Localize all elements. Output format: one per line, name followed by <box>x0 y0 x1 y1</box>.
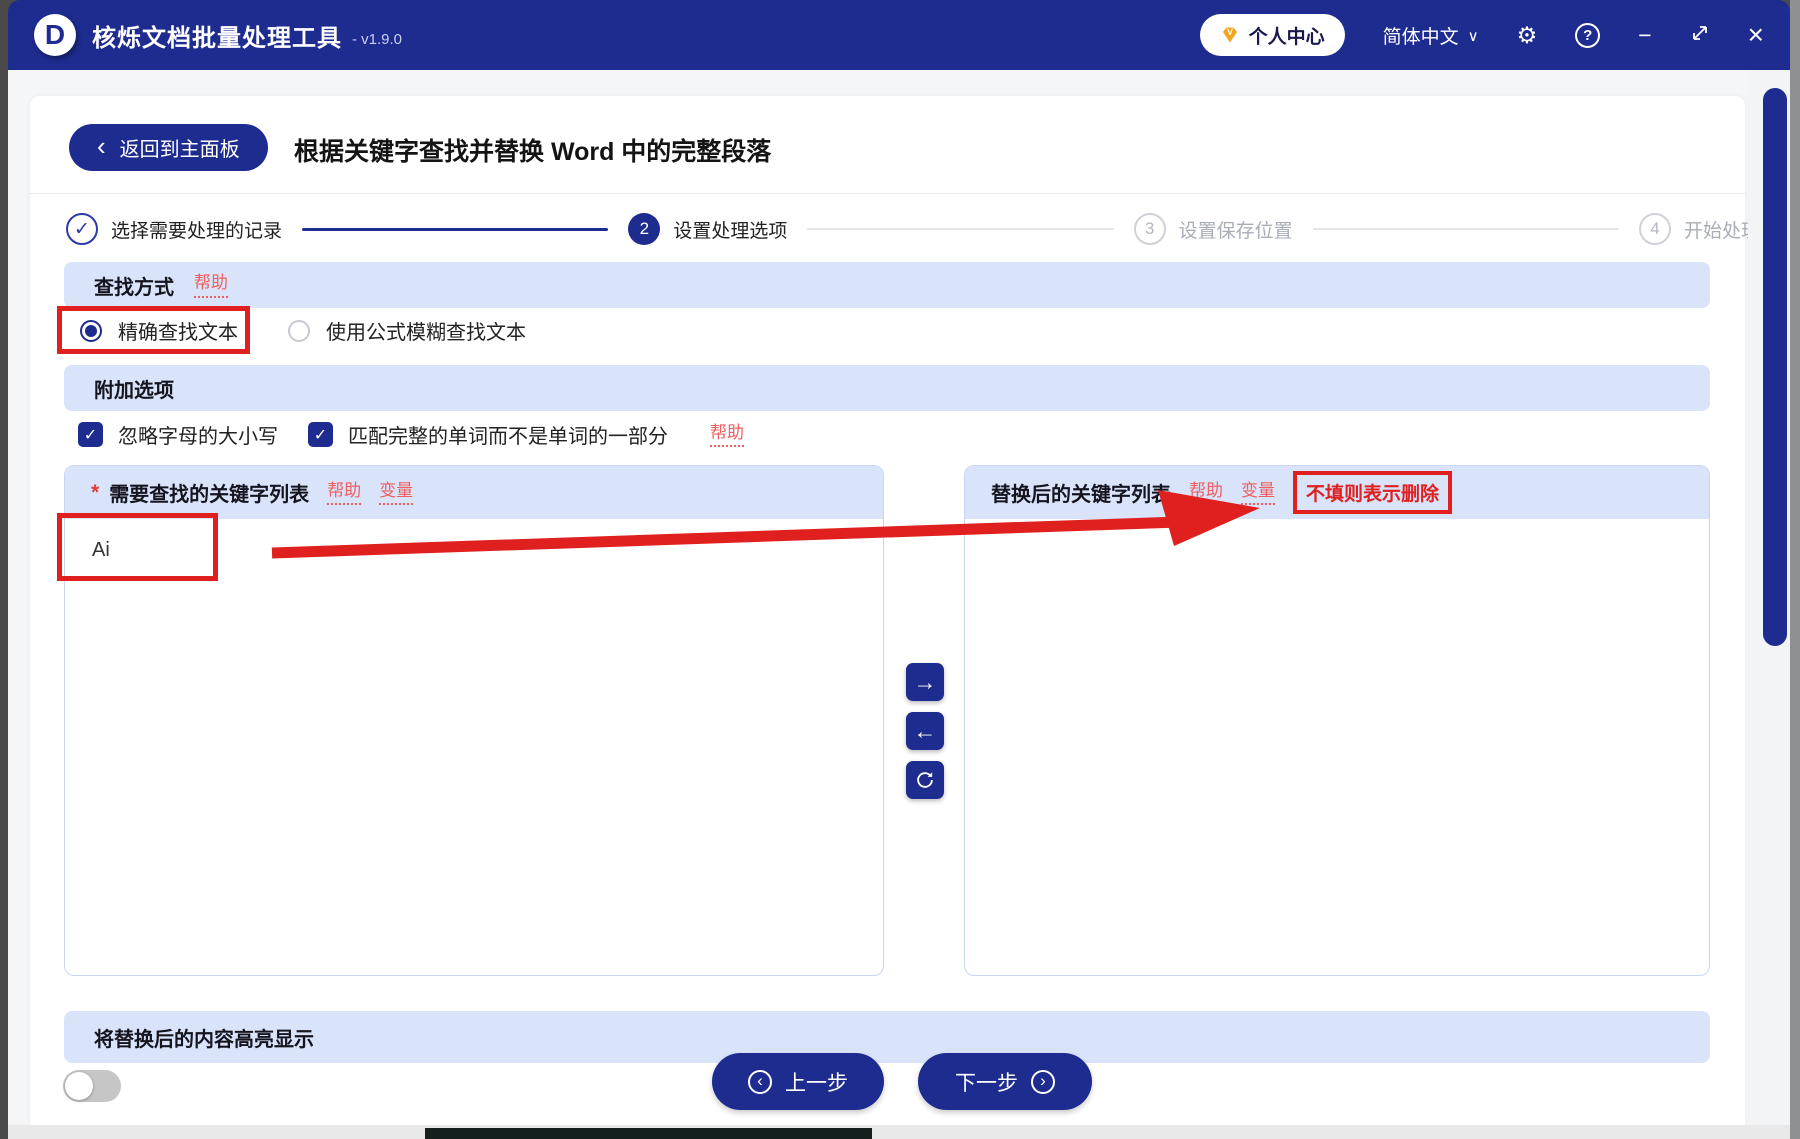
step-2-set-options: 2 设置处理选项 <box>628 213 787 245</box>
step-1-label: 选择需要处理的记录 <box>111 220 283 242</box>
arrow-right-icon: → <box>913 668 937 695</box>
scrollbar-thumb[interactable] <box>1763 88 1787 646</box>
toggle-knob <box>65 1072 93 1100</box>
replace-keywords-title: 替换后的关键字列表 <box>991 484 1171 506</box>
language-label: 简体中文 <box>1382 26 1459 48</box>
circle-chevron-left-icon: ‹ <box>748 1069 772 1094</box>
step-3-label: 设置保存位置 <box>1178 220 1293 242</box>
window-bottom-edge <box>8 1125 1790 1139</box>
svg-text:V: V <box>1227 27 1233 37</box>
desktop-edge <box>1790 0 1800 1139</box>
extra-options-checkboxes: ✓ 忽略字母的大小写 ✓ 匹配完整的单词而不是单词的一部分 帮助 <box>78 420 744 449</box>
minimize-icon[interactable]: − <box>1638 23 1651 47</box>
close-icon[interactable]: × <box>1748 21 1764 49</box>
move-left-button[interactable]: ← <box>906 712 944 750</box>
required-asterisk: * <box>91 480 100 504</box>
stepper-connector-pending <box>1312 228 1619 230</box>
checkbox-checked-icon: ✓ <box>308 422 333 447</box>
checkbox-whole-word[interactable]: ✓ 匹配完整的单词而不是单词的一部分 <box>308 420 668 449</box>
app-title: 核烁文档批量处理工具 <box>92 24 342 52</box>
back-to-dashboard-button[interactable]: ‹ 返回到主面板 <box>69 124 268 171</box>
find-keywords-title: 需要查找的关键字列表 <box>109 484 310 506</box>
step-4-start-processing: 4 开始处理 <box>1638 213 1760 245</box>
highlight-section-title: 将替换后的内容高亮显示 <box>94 1028 314 1051</box>
radio-selected-icon <box>80 319 102 342</box>
header-divider <box>30 193 1745 194</box>
radio-fuzzy-search[interactable]: 使用公式模糊查找文本 <box>288 316 526 345</box>
extra-options-section: 附加选项 <box>64 365 1710 411</box>
extra-options-help-link[interactable]: 帮助 <box>710 422 744 448</box>
step-2-number: 2 <box>628 213 661 245</box>
circle-chevron-right-icon: › <box>1031 1069 1055 1094</box>
replace-keywords-panel: 替换后的关键字列表 帮助 变量 不填则表示删除 <box>964 465 1710 976</box>
extra-options-title: 附加选项 <box>94 379 174 402</box>
step-2-label: 设置处理选项 <box>673 220 788 242</box>
replace-keywords-help-link[interactable]: 帮助 <box>1189 480 1223 506</box>
taskbar-fragment <box>425 1128 872 1139</box>
back-chevron-icon: ‹ <box>97 131 106 161</box>
main-content: ‹ 返回到主面板 根据关键字查找并替换 Word 中的完整段落 ✓ 选择需要处理… <box>8 70 1790 1125</box>
step-1-check-icon: ✓ <box>66 213 98 245</box>
replace-keywords-textarea[interactable] <box>965 519 1709 977</box>
step-1-select-records: ✓ 选择需要处理的记录 <box>66 213 282 245</box>
transfer-buttons: → ← <box>906 663 944 799</box>
step-4-number: 4 <box>1638 213 1671 245</box>
find-keywords-help-link[interactable]: 帮助 <box>327 480 362 506</box>
swap-refresh-button[interactable] <box>906 761 944 799</box>
prev-step-button[interactable]: ‹ 上一步 <box>712 1053 884 1110</box>
refresh-icon <box>917 772 933 788</box>
app-version: - v1.9.0 <box>352 30 403 48</box>
back-button-label: 返回到主面板 <box>119 139 240 161</box>
maximize-arrows-icon <box>1692 26 1707 40</box>
radio-fuzzy-search-label: 使用公式模糊查找文本 <box>326 322 526 344</box>
find-keywords-header: * 需要查找的关键字列表 帮助 变量 <box>65 466 883 519</box>
checkbox-ignore-case[interactable]: ✓ 忽略字母的大小写 <box>78 420 278 449</box>
step-3-save-location: 3 设置保存位置 <box>1133 213 1293 245</box>
next-step-button[interactable]: 下一步 › <box>918 1053 1092 1110</box>
find-keywords-panel: * 需要查找的关键字列表 帮助 变量 Ai <box>64 465 884 976</box>
search-mode-title: 查找方式 <box>94 276 174 299</box>
search-mode-section: 查找方式 帮助 <box>64 262 1710 308</box>
stepper-connector-done <box>302 227 609 231</box>
stepper-connector-pending <box>807 228 1114 230</box>
step-3-number: 3 <box>1133 213 1166 245</box>
move-right-button[interactable]: → <box>906 663 944 701</box>
replace-keywords-header: 替换后的关键字列表 帮助 变量 不填则表示删除 <box>965 466 1709 519</box>
maximize-icon[interactable] <box>1690 23 1710 47</box>
annotation-box-delete-note: 不填则表示删除 <box>1293 471 1453 514</box>
chevron-down-icon: ∨ <box>1467 28 1479 45</box>
search-mode-help-link[interactable]: 帮助 <box>194 272 228 298</box>
radio-exact-search-label: 精确查找文本 <box>118 322 238 344</box>
settings-icon[interactable]: ⚙ <box>1517 23 1538 47</box>
language-selector[interactable]: 简体中文 ∨ <box>1383 22 1479 49</box>
radio-exact-search[interactable]: 精确查找文本 <box>80 316 238 345</box>
find-keywords-textarea[interactable]: Ai <box>65 519 883 977</box>
checkbox-checked-icon: ✓ <box>78 422 103 447</box>
radio-unselected-icon <box>288 319 310 342</box>
help-icon[interactable]: ? <box>1575 22 1601 48</box>
user-center-button[interactable]: V 个人中心 <box>1199 14 1345 56</box>
user-center-label: 个人中心 <box>1248 26 1325 48</box>
app-window: D 核烁文档批量处理工具 - v1.9.0 V 个人中心 简体中文 ∨ ⚙ ? … <box>0 0 1800 1139</box>
prev-step-label: 上一步 <box>785 1071 848 1095</box>
wizard-stepper: ✓ 选择需要处理的记录 2 设置处理选项 3 设置保存位置 4 开始处理 <box>66 210 1760 248</box>
arrow-left-icon: ← <box>913 717 937 744</box>
replace-keywords-variable-link[interactable]: 变量 <box>1241 480 1275 506</box>
vip-gem-icon: V <box>1222 27 1237 43</box>
find-keywords-variable-link[interactable]: 变量 <box>379 480 414 506</box>
search-mode-options: 精确查找文本 使用公式模糊查找文本 <box>80 316 526 345</box>
highlight-toggle[interactable] <box>63 1070 121 1102</box>
app-logo-icon: D <box>34 14 76 56</box>
next-step-label: 下一步 <box>955 1071 1018 1095</box>
checkbox-whole-word-label: 匹配完整的单词而不是单词的一部分 <box>348 426 668 448</box>
highlight-section: 将替换后的内容高亮显示 <box>64 1011 1710 1063</box>
checkbox-ignore-case-label: 忽略字母的大小写 <box>118 426 278 448</box>
page-title: 根据关键字查找并替换 Word 中的完整段落 <box>294 138 772 166</box>
titlebar-actions: V 个人中心 简体中文 ∨ ⚙ ? − × <box>1199 14 1764 56</box>
titlebar: D 核烁文档批量处理工具 - v1.9.0 V 个人中心 简体中文 ∨ ⚙ ? … <box>8 0 1790 70</box>
